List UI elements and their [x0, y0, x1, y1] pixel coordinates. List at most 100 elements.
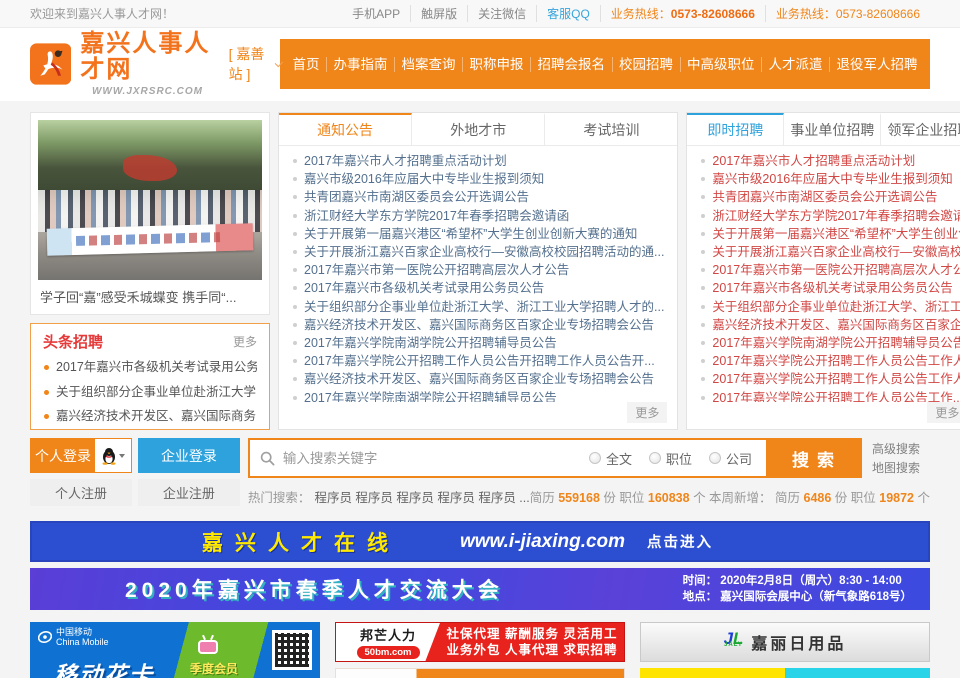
partial-ad-strip[interactable] — [640, 668, 930, 678]
banner-online-cta[interactable]: 点击进入 — [647, 531, 713, 552]
list-item[interactable]: 关于组织部分企事业单位赴浙江大学... — [43, 380, 257, 405]
list-item[interactable]: 关于开展浙江嘉兴百家企业高校行—安徽高校校园招聘活动的通... — [292, 243, 664, 261]
mobile-app-link[interactable]: 手机APP — [342, 5, 410, 22]
list-item[interactable]: 2017年嘉兴学院南湖学院公开招聘辅导员公告 — [292, 334, 664, 352]
hot-search-terms[interactable]: 程序员 程序员 程序员 程序员 程序员 ... — [314, 487, 529, 506]
list-item[interactable]: 2017年嘉兴市第一医院公开招聘高层次人才公告 — [292, 261, 664, 279]
nav-item-campus[interactable]: 校园招聘 — [612, 57, 680, 72]
nav-item-title-apply[interactable]: 职称申报 — [462, 57, 530, 72]
list-item[interactable]: 嘉兴市级2016年应届大中专毕业生报到须知 — [700, 170, 960, 188]
jaly-ad[interactable]: JL JALY 嘉丽日用品 — [640, 622, 930, 662]
list-item[interactable]: 浙江财经大学东方学院2017年春季招聘会邀请函 — [700, 207, 960, 225]
personal-login-button[interactable]: 个人登录 — [30, 438, 132, 473]
bangmang-ad[interactable]: 邦芒人力 50bm.com 社保代理 薪酬服务 灵活用工 业务外包 人事代理 求… — [335, 622, 625, 662]
site-url: WWW.JXRSRC.COM — [80, 86, 214, 97]
bangmang-line2: 业务外包 人事代理 求职招聘 — [440, 642, 624, 658]
list-item[interactable]: 嘉兴经济技术开发区、嘉兴国际商务区百家企业专场招聘会公告 — [292, 316, 664, 334]
photo-red-sculpture — [123, 155, 177, 181]
list-item[interactable]: 关于组织部分企事业单位赴浙江大学、浙江工业大学招聘人才的... — [292, 298, 664, 316]
recruit-more-link[interactable]: 更多 — [927, 402, 960, 423]
list-item[interactable]: 2017年嘉兴学院南湖学院公开招聘辅... — [43, 429, 257, 431]
nav-item-dispatch[interactable]: 人才派遣 — [761, 57, 829, 72]
scope-job-label: 职位 — [666, 449, 692, 468]
nav-item-senior-jobs[interactable]: 中高级职位 — [680, 57, 762, 72]
china-mobile-ad[interactable]: 中国移动 China Mobile 季度会员 移动花卡 — [30, 622, 320, 678]
nav-item-veterans[interactable]: 退役军人招聘 — [829, 57, 924, 72]
list-item[interactable]: 2017年嘉兴学院公开招聘工作人员公告开招聘工作人员公告开... — [292, 352, 664, 370]
tab-notices[interactable]: 通知公告 — [279, 113, 412, 145]
list-item[interactable]: 嘉兴市级2016年应届大中专毕业生报到须知 — [292, 170, 664, 188]
stat-unit: 个 — [914, 491, 930, 505]
tab-instant-recruit[interactable]: 即时招聘 — [687, 113, 784, 145]
map-search-link[interactable]: 地图搜索 — [872, 459, 930, 478]
list-item[interactable]: 嘉兴经济技术开发区、嘉兴国际商务区百家企业专... — [700, 316, 960, 334]
headline-title: 头条招聘 — [43, 331, 103, 352]
photo-card[interactable]: 学子回“嘉”感受禾城蝶变 携手同“... — [30, 112, 270, 315]
scope-job-radio[interactable]: 职位 — [649, 449, 692, 468]
jaly-logo-sub: JALY — [724, 642, 743, 649]
photo-caption[interactable]: 学子回“嘉”感受禾城蝶变 携手同“... — [38, 280, 262, 307]
list-item[interactable]: 2017年嘉兴学院南湖学院公开招聘辅导员公告 — [292, 389, 664, 402]
recruit-panel: 即时招聘 事业单位招聘 领军企业招聘 2017年嘉兴市人才招聘重点活动计划 嘉兴… — [686, 112, 960, 430]
search-button[interactable]: 搜索 — [766, 440, 860, 476]
list-item[interactable]: 关于开展第一届嘉兴港区“希望杯”大学生创业创新大赛的通知 — [292, 225, 664, 243]
qq-service-link[interactable]: 客服QQ — [536, 5, 600, 22]
nav-item-guide[interactable]: 办事指南 — [326, 57, 394, 72]
stat-week-resume-count: 6486 — [804, 491, 832, 505]
list-item[interactable]: 2017年嘉兴学院公开招聘工作人员公告工作... — [700, 389, 960, 402]
wechat-link[interactable]: 关注微信 — [467, 5, 536, 22]
nav-item-home[interactable]: 首页 — [286, 57, 326, 72]
list-item[interactable]: 关于组织部分企事业单位赴浙江大学、浙江工业大... — [700, 298, 960, 316]
notice-more-link[interactable]: 更多 — [627, 402, 667, 423]
company-login-button[interactable]: 企业登录 — [138, 438, 240, 473]
list-item[interactable]: 2017年嘉兴市各级机关考试录用公务... — [43, 355, 257, 380]
bangmang-services: 社保代理 薪酬服务 灵活用工 业务外包 人事代理 求职招聘 — [440, 626, 624, 658]
site-logo-icon[interactable] — [30, 36, 71, 92]
headline-more-link[interactable]: 更多 — [233, 333, 257, 350]
list-item[interactable]: 2017年嘉兴市人才招聘重点活动计划 — [292, 152, 664, 170]
list-item[interactable]: 关于开展浙江嘉兴百家企业高校行—安徽高校校园... — [700, 243, 960, 261]
qq-login-dropdown[interactable] — [95, 439, 131, 472]
list-item[interactable]: 嘉兴经济技术开发区、嘉兴国际商务区百家企业专场招聘会公告 — [292, 370, 664, 388]
stat-unit: 个 — [690, 491, 709, 505]
nav-item-archives[interactable]: 档案查询 — [394, 57, 462, 72]
list-item[interactable]: 2017年嘉兴学院公开招聘工作人员公告工作人员... — [700, 352, 960, 370]
scope-fulltext-radio[interactable]: 全文 — [589, 449, 632, 468]
partial-ad-strip[interactable] — [335, 668, 625, 678]
nav-item-fair-signup[interactable]: 招聘会报名 — [530, 57, 612, 72]
job-fair-banner[interactable]: 2020年嘉兴市春季人才交流大会 时间： 2020年2月8日（周六）8:30 -… — [30, 568, 930, 610]
topbar-links: 手机APP 触屏版 关注微信 客服QQ 业务热线：0573-82608666 业… — [342, 5, 930, 22]
list-item[interactable]: 浙江财经大学东方学院2017年春季招聘会邀请函 — [292, 207, 664, 225]
list-item[interactable]: 2017年嘉兴市各级机关考试录用公务员公告 — [292, 279, 664, 297]
list-item[interactable]: 2017年嘉兴市人才招聘重点活动计划 — [700, 152, 960, 170]
personal-register-button[interactable]: 个人注册 — [30, 479, 132, 506]
scope-company-radio[interactable]: 公司 — [709, 449, 752, 468]
station-selector[interactable]: [ 嘉善站 ] — [229, 44, 280, 84]
tab-leading-enterprise[interactable]: 领军企业招聘 — [881, 113, 960, 145]
list-item[interactable]: 共青团嘉兴市南湖区委员会公开选调公告 — [700, 188, 960, 206]
banner-online-url: www.i-jiaxing.com — [460, 531, 625, 553]
recruit-tabs: 即时招聘 事业单位招聘 领军企业招聘 — [687, 113, 960, 146]
company-register-button[interactable]: 企业注册 — [138, 479, 240, 506]
bilibili-tv-icon — [198, 640, 218, 654]
list-item[interactable]: 2017年嘉兴市第一医院公开招聘高层次人才公告 — [700, 261, 960, 279]
tab-public-institution[interactable]: 事业单位招聘 — [784, 113, 881, 145]
list-item[interactable]: 2017年嘉兴市各级机关考试录用公务员公告 — [700, 279, 960, 297]
list-item[interactable]: 嘉兴经济技术开发区、嘉兴国际商务... — [43, 404, 257, 429]
list-item[interactable]: 2017年嘉兴学院公开招聘工作人员公告工作人员... — [700, 370, 960, 388]
list-item[interactable]: 2017年嘉兴学院南湖学院公开招聘辅导员公告 — [700, 334, 960, 352]
list-item[interactable]: 共青团嘉兴市南湖区委员会公开选调公告 — [292, 188, 664, 206]
hotline-2-label: 业务热线： — [776, 7, 836, 21]
touch-version-link[interactable]: 触屏版 — [410, 5, 467, 22]
jiaxing-online-banner[interactable]: 嘉兴人才在线 www.i-jiaxing.com 点击进入 — [30, 521, 930, 562]
login-search-row: 个人登录 企业登录 个人注册 企业注册 — [30, 438, 930, 506]
tab-outside-market[interactable]: 外地才市 — [412, 113, 545, 145]
advanced-search-link[interactable]: 高级搜索 — [872, 440, 930, 459]
hotline-1-label: 业务热线： — [611, 7, 671, 21]
search-input[interactable] — [283, 451, 589, 466]
recruit-list: 2017年嘉兴市人才招聘重点活动计划 嘉兴市级2016年应届大中专毕业生报到须知… — [687, 146, 960, 402]
list-item[interactable]: 关于开展第一届嘉兴港区“希望杯”大学生创业创... — [700, 225, 960, 243]
jaly-name: 嘉丽日用品 — [751, 630, 846, 654]
tab-exam-training[interactable]: 考试培训 — [545, 113, 677, 145]
china-mobile-text: 中国移动 China Mobile — [56, 627, 109, 647]
